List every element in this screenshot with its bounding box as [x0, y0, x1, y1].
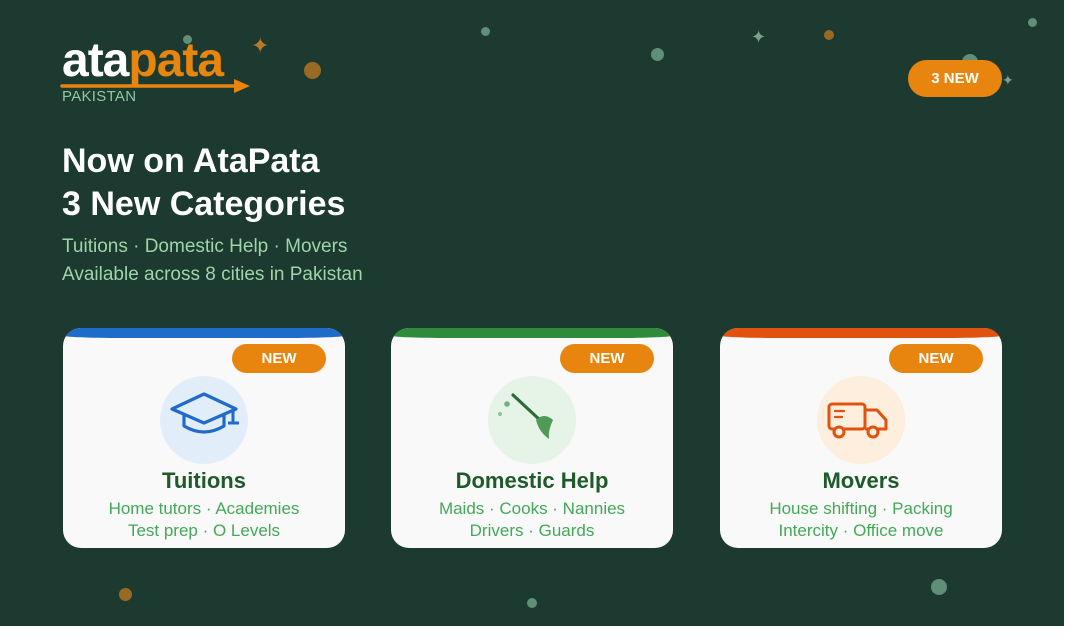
new-badge: NEW	[889, 344, 983, 373]
decor-dot	[1028, 18, 1037, 27]
card-title: Movers	[822, 468, 900, 493]
sparkle-icon: ✦	[751, 27, 767, 47]
decor-dot	[824, 30, 834, 40]
decor-dot	[527, 598, 537, 608]
new-badge: NEW	[232, 344, 326, 373]
card-subtitle: Drivers · Guards	[469, 521, 595, 540]
decor-dot	[651, 48, 664, 61]
card-subtitle: Test prep · O Levels	[127, 521, 281, 540]
card-title: Tuitions	[162, 468, 246, 493]
moving-truck-icon	[817, 376, 905, 464]
brand-logo[interactable]: atapata PAKISTAN	[60, 34, 250, 105]
availability-text: Available across 8 cities in Pakistan	[62, 264, 363, 285]
card-subtitle: Maids · Cooks · Nannies	[438, 499, 626, 518]
card-title: Domestic Help	[455, 468, 609, 493]
graduation-cap-icon	[160, 376, 248, 464]
decor-dot	[481, 27, 490, 36]
category-card-domestic-help[interactable]: NEW Domestic Help Maids · Cooks · Nannie…	[391, 328, 673, 548]
card-accent-bar	[63, 328, 345, 338]
card-accent-bar	[391, 328, 673, 338]
sparkle-icon: ✦	[251, 33, 270, 58]
card-subtitle: Home tutors · Academies	[108, 499, 300, 518]
decor-dot	[304, 62, 321, 79]
logo-country: PAKISTAN	[62, 88, 137, 105]
new-count-badge: 3 NEW	[908, 60, 1002, 97]
category-card-tuitions[interactable]: NEW Tuitions Home tutors · Academies Tes…	[63, 328, 345, 548]
new-badge: NEW	[560, 344, 654, 373]
broom-icon	[488, 376, 576, 464]
headline-line-1: Now on AtaPata	[62, 142, 320, 180]
sparkle-icon: ✦	[1002, 72, 1014, 88]
card-subtitle: Intercity · Office move	[778, 521, 944, 540]
category-card-movers[interactable]: NEW Movers House shifting · Packing Inte…	[720, 328, 1002, 548]
headline-line-2: 3 New Categories	[62, 185, 346, 223]
categories-summary: Tuitions · Domestic Help · Movers	[62, 236, 348, 257]
page-title: Now on AtaPata 3 New Categories	[62, 140, 345, 226]
decor-dot	[119, 588, 132, 601]
decor-dot	[931, 579, 947, 595]
promo-banner: ✦ ✦ ✦ atapata PAKISTAN 3 NEW Now on AtaP…	[0, 0, 1064, 626]
card-subtitle: House shifting · Packing	[769, 499, 953, 518]
card-accent-bar	[720, 328, 1002, 338]
